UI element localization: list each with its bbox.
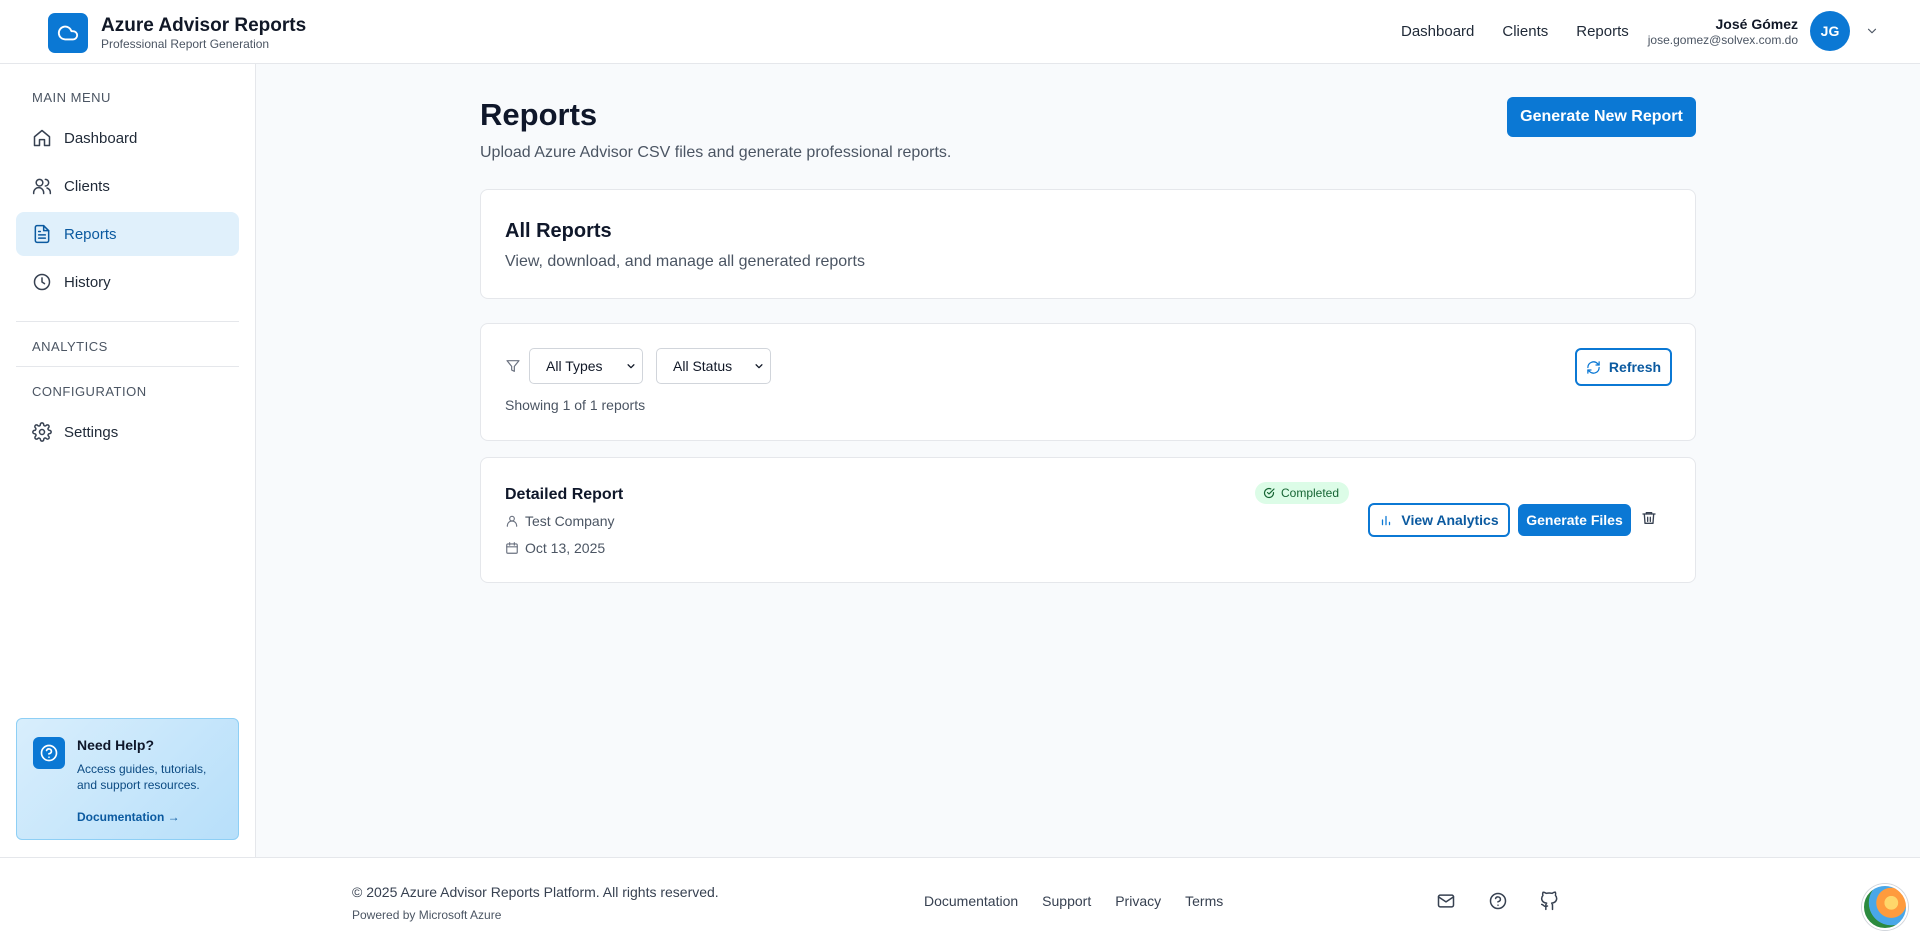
sidebar-item-label: Dashboard [64, 129, 138, 147]
app-title: Azure Advisor Reports [101, 14, 307, 36]
status-filter-value: All Status [673, 358, 733, 374]
type-filter-value: All Types [546, 358, 603, 374]
app-subtitle: Professional Report Generation [101, 36, 270, 51]
home-icon [32, 128, 52, 148]
footer-link-support[interactable]: Support [1042, 893, 1091, 909]
filters-card: All Types All Status Refresh Showing 1 o… [480, 323, 1696, 441]
sidebar-item-label: History [64, 273, 111, 291]
all-reports-subtitle: View, download, and manage all generated… [505, 253, 865, 270]
help-title: Need Help? [77, 737, 155, 753]
generate-files-button[interactable]: Generate Files [1518, 504, 1631, 536]
refresh-icon [1586, 360, 1601, 375]
status-badge: Completed [1255, 482, 1350, 504]
top-header: Azure Advisor Reports Professional Repor… [0, 0, 1920, 64]
status-label: Completed [1281, 486, 1340, 500]
trash-icon[interactable] [1641, 510, 1657, 526]
footer-powered: Powered by Microsoft Azure [352, 908, 502, 922]
report-title: Detailed Report [505, 486, 624, 503]
user-email: jose.gomez@solvex.com.do [1647, 32, 1798, 47]
user-menu[interactable]: José Gómez jose.gomez@solvex.com.do JG [1648, 11, 1880, 51]
sidebar-item-label: Settings [64, 423, 119, 441]
all-reports-card: All Reports View, download, and manage a… [480, 189, 1696, 299]
divider [16, 321, 239, 322]
refresh-label: Refresh [1608, 359, 1662, 375]
help-circle-icon[interactable] [1488, 891, 1508, 911]
chevron-down-icon [755, 364, 763, 369]
help-card: Need Help? Access guides, tutorials, and… [16, 718, 239, 840]
help-circle-icon [33, 737, 65, 769]
footer-link-privacy[interactable]: Privacy [1115, 893, 1161, 909]
page-title: Reports [480, 97, 598, 132]
main-menu-heading: MAIN MENU [32, 90, 111, 105]
user-name: José Gómez [1715, 15, 1798, 32]
sidebar-item-label: Reports [64, 225, 117, 243]
sidebar: MAIN MENU Dashboard Clients Reports Hist… [0, 64, 256, 857]
avatar[interactable]: JG [1810, 11, 1850, 51]
all-reports-title: All Reports [505, 220, 612, 242]
report-client-name: Test Company [525, 513, 615, 529]
chevron-down-icon [627, 364, 635, 369]
document-icon [32, 224, 52, 244]
cloud-icon [48, 13, 88, 53]
bar-chart-icon [1379, 513, 1393, 527]
sidebar-item-label: Clients [64, 177, 110, 195]
top-nav-dashboard[interactable]: Dashboard [1401, 22, 1474, 42]
assistant-avatar[interactable] [1862, 884, 1908, 930]
github-icon[interactable] [1540, 891, 1560, 911]
users-icon [32, 176, 52, 196]
report-client: Test Company [505, 513, 614, 529]
page-subtitle: Upload Azure Advisor CSV files and gener… [480, 144, 952, 161]
footer-links: Documentation Support Privacy Terms [924, 893, 1247, 909]
analytics-heading: ANALYTICS [32, 339, 108, 354]
top-nav-clients[interactable]: Clients [1502, 22, 1548, 42]
chevron-down-icon[interactable] [1864, 23, 1880, 39]
footer-link-terms[interactable]: Terms [1185, 893, 1223, 909]
report-card: Detailed Report Test Company Oct 13, 202… [480, 457, 1696, 583]
generate-new-report-button[interactable]: Generate New Report [1507, 97, 1696, 137]
top-nav-reports[interactable]: Reports [1576, 22, 1629, 42]
footer: © 2025 Azure Advisor Reports Platform. A… [0, 857, 1920, 945]
showing-count: Showing 1 of 1 reports [505, 397, 646, 413]
sidebar-item-reports[interactable]: Reports [16, 212, 239, 256]
sidebar-item-settings[interactable]: Settings [16, 410, 239, 454]
footer-link-documentation[interactable]: Documentation [924, 893, 1018, 909]
refresh-button[interactable]: Refresh [1575, 348, 1672, 386]
documentation-link[interactable]: Documentation → [77, 810, 180, 824]
divider [16, 366, 239, 367]
footer-icons [1436, 891, 1592, 911]
clock-icon [32, 272, 52, 292]
report-date-value: Oct 13, 2025 [525, 540, 606, 556]
calendar-icon [505, 541, 519, 555]
view-analytics-label: View Analytics [1401, 512, 1499, 528]
type-filter-select[interactable]: All Types [529, 348, 643, 384]
configuration-heading: CONFIGURATION [32, 384, 147, 399]
report-date: Oct 13, 2025 [505, 540, 605, 556]
mail-icon[interactable] [1436, 891, 1456, 911]
status-filter-select[interactable]: All Status [656, 348, 771, 384]
sidebar-item-history[interactable]: History [16, 260, 239, 304]
top-nav: Dashboard Clients Reports [1401, 22, 1657, 42]
sidebar-item-clients[interactable]: Clients [16, 164, 239, 208]
sidebar-item-dashboard[interactable]: Dashboard [16, 116, 239, 160]
user-icon [505, 514, 519, 528]
filter-icon [505, 358, 521, 374]
brand[interactable]: Azure Advisor Reports Professional Repor… [48, 13, 306, 53]
gear-icon [32, 422, 52, 442]
check-circle-icon [1263, 487, 1275, 499]
footer-copyright: © 2025 Azure Advisor Reports Platform. A… [352, 884, 719, 900]
help-description: Access guides, tutorials, and support re… [77, 762, 207, 792]
view-analytics-button[interactable]: View Analytics [1368, 503, 1510, 537]
